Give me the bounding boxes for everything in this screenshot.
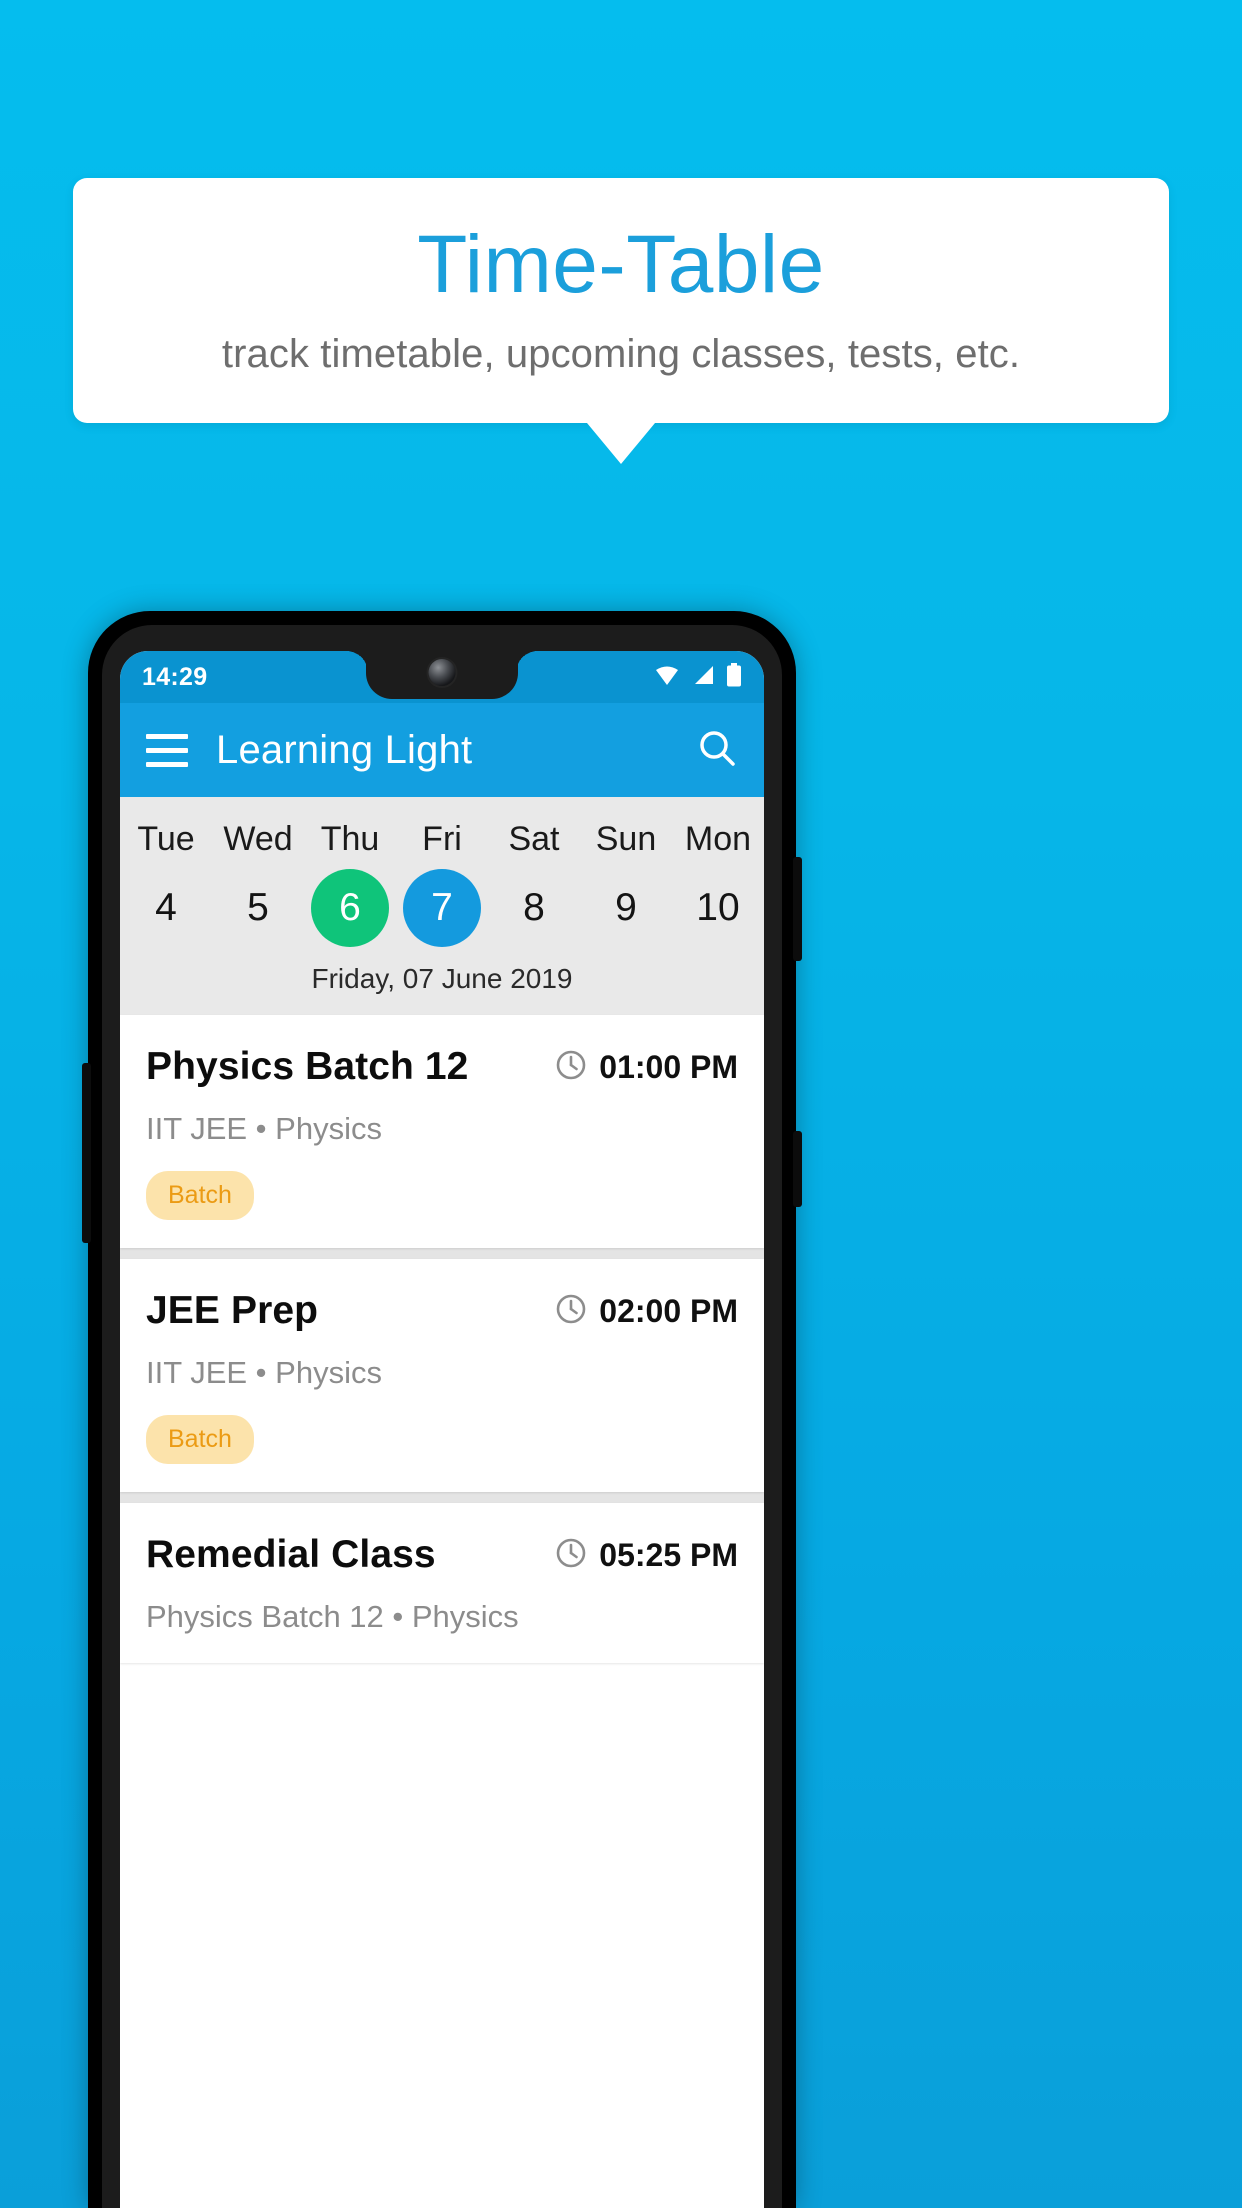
date-pills-row: 4 5 6 7 8 9 10 <box>120 865 764 951</box>
date-pill-5[interactable]: 5 <box>219 869 297 947</box>
date-cell[interactable]: 6 <box>304 865 396 951</box>
date-pill-10[interactable]: 10 <box>679 869 757 947</box>
date-cell[interactable]: 7 <box>396 865 488 951</box>
status-bar-clock: 14:29 <box>142 662 208 691</box>
schedule-card-time-group: 05:25 PM <box>555 1537 738 1574</box>
weekday-label: Fri <box>422 819 462 858</box>
date-pill-6[interactable]: 6 <box>311 869 389 947</box>
weekday-label: Tue <box>137 819 195 858</box>
schedule-card-time-group: 02:00 PM <box>555 1293 738 1330</box>
front-camera-icon <box>428 659 456 686</box>
date-cell[interactable]: 9 <box>580 865 672 951</box>
schedule-card-title: Remedial Class <box>146 1533 436 1576</box>
promo-title: Time-Table <box>417 219 825 310</box>
schedule-card-header: Physics Batch 12 01:00 PM <box>146 1045 738 1089</box>
wifi-icon <box>654 664 680 691</box>
status-badge: Batch <box>146 1171 254 1220</box>
weekday-label: Thu <box>320 819 380 858</box>
phone-screen: 14:29 Learning Light Tue Wed Thu Fri Sat… <box>120 651 764 2208</box>
clock-icon <box>555 1537 587 1574</box>
notch-corner-left <box>346 651 368 673</box>
schedule-card-time-group: 01:00 PM <box>555 1049 738 1086</box>
weekday-label: Sun <box>595 819 657 858</box>
app-title: Learning Light <box>216 727 473 772</box>
schedule-card[interactable]: JEE Prep 02:00 PM IIT JEE • Physics Batch <box>120 1259 764 1492</box>
status-bar: 14:29 <box>120 651 764 703</box>
cellular-signal-icon <box>691 664 715 691</box>
promo-callout-pointer <box>587 423 655 464</box>
schedule-card[interactable]: Physics Batch 12 01:00 PM IIT JEE • Physic… <box>120 1015 764 1248</box>
date-pill-4[interactable]: 4 <box>127 869 205 947</box>
schedule-card-subtitle: IIT JEE • Physics <box>146 1355 382 1390</box>
schedule-card-time: 01:00 PM <box>599 1048 738 1085</box>
date-pill-7[interactable]: 7 <box>403 869 481 947</box>
date-cell[interactable]: 5 <box>212 865 304 951</box>
clock-icon <box>555 1049 587 1086</box>
clock-icon <box>555 1293 587 1330</box>
hamburger-menu-icon[interactable] <box>146 733 188 767</box>
schedule-card-title: JEE Prep <box>146 1289 319 1332</box>
battery-icon <box>726 662 742 692</box>
promo-subtitle: track timetable, upcoming classes, tests… <box>221 332 1021 376</box>
volume-down-button[interactable] <box>82 1063 91 1243</box>
schedule-card-title: Physics Batch 12 <box>146 1045 469 1088</box>
schedule-card-header: JEE Prep 02:00 PM <box>146 1289 738 1333</box>
week-date-strip: Tue Wed Thu Fri Sat Sun Mon 4 5 6 7 8 9 10 Friday, 0… <box>120 797 764 1015</box>
phone-device-frame: 14:29 Learning Light Tue Wed Thu Fri Sat… <box>82 611 802 2208</box>
date-cell[interactable]: 4 <box>120 865 212 951</box>
selected-date-label: Friday, 07 June 2019 <box>311 963 573 994</box>
date-pill-9[interactable]: 9 <box>587 869 665 947</box>
weekday-label: Mon <box>684 819 752 858</box>
schedule-card-header: Remedial Class 05:25 PM <box>146 1533 738 1577</box>
schedule-card-subtitle: Physics Batch 12 • Physics <box>146 1599 519 1634</box>
weekday-labels-row: Tue Wed Thu Fri Sat Sun Mon <box>120 813 764 865</box>
schedule-card-subtitle: IIT JEE • Physics <box>146 1111 382 1146</box>
power-button[interactable] <box>793 857 802 961</box>
promo-callout-card: Time-Table track timetable, upcoming cla… <box>73 178 1169 423</box>
search-icon[interactable] <box>696 727 738 774</box>
schedule-card-time: 02:00 PM <box>599 1292 738 1329</box>
app-bar: Learning Light <box>120 703 764 797</box>
schedule-card-time: 05:25 PM <box>599 1536 738 1573</box>
weekday-label: Sat <box>508 819 560 858</box>
volume-up-button[interactable] <box>793 1131 802 1207</box>
status-badge: Batch <box>146 1415 254 1464</box>
date-pill-8[interactable]: 8 <box>495 869 573 947</box>
weekday-label: Wed <box>223 819 293 858</box>
date-cell[interactable]: 8 <box>488 865 580 951</box>
schedule-list[interactable]: Physics Batch 12 01:00 PM IIT JEE • Physic… <box>120 1015 764 1663</box>
notch-corner-right <box>516 651 538 673</box>
schedule-card[interactable]: Remedial Class 05:25 PM Physics Batch 12 •… <box>120 1503 764 1663</box>
date-cell[interactable]: 10 <box>672 865 764 951</box>
